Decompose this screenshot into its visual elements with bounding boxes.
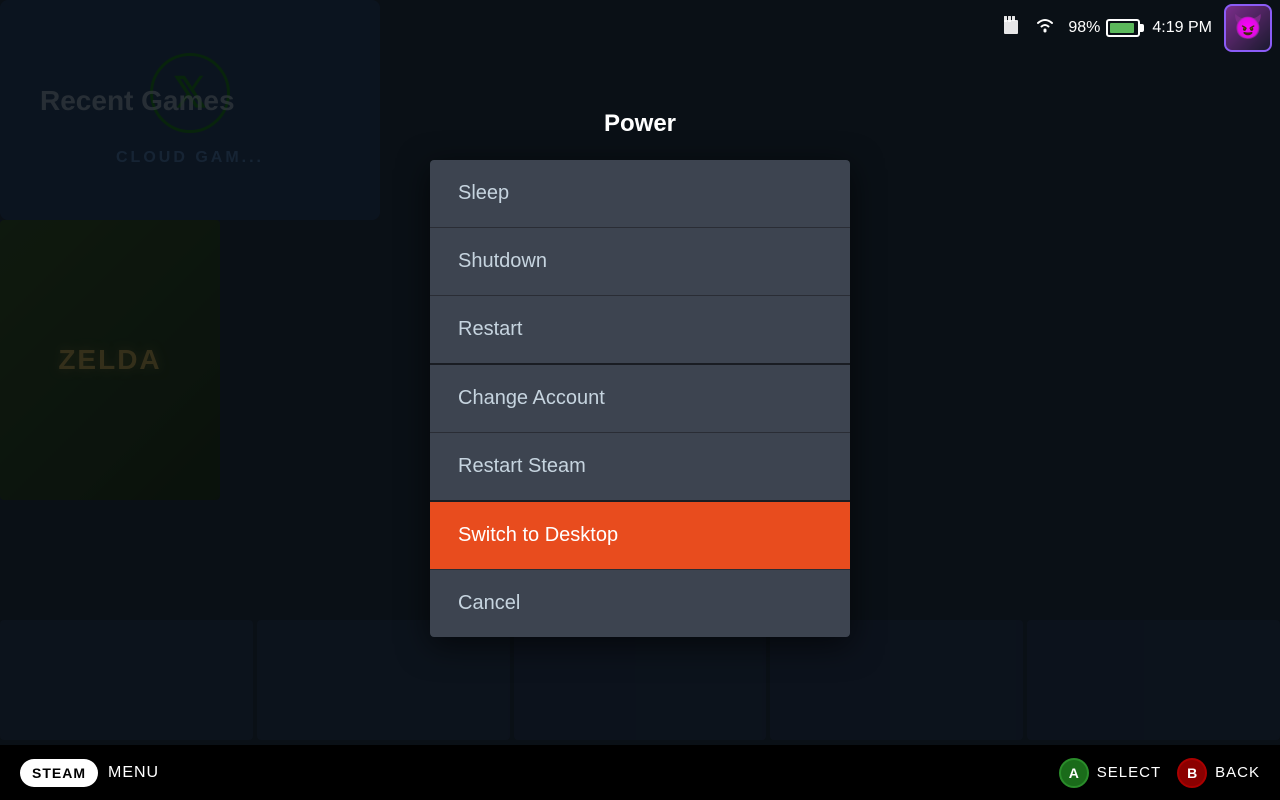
a-button-icon: A	[1059, 758, 1089, 788]
battery-icon	[1106, 19, 1140, 37]
menu-label: MENU	[108, 764, 159, 782]
menu-item-change-account[interactable]: Change Account	[430, 365, 850, 433]
menu-item-shutdown[interactable]: Shutdown	[430, 228, 850, 296]
bottom-bar: STEAM MENU A SELECT B BACK	[0, 745, 1280, 800]
power-dialog-title: Power	[604, 110, 676, 138]
avatar-emoji: 😈	[1233, 13, 1263, 42]
back-label: BACK	[1215, 764, 1260, 781]
menu-item-restart[interactable]: Restart	[430, 296, 850, 365]
status-bar: 98% 4:19 PM 😈	[1000, 0, 1280, 55]
battery-fill	[1110, 23, 1134, 33]
user-avatar[interactable]: 😈	[1224, 4, 1272, 52]
menu-item-restart-steam[interactable]: Restart Steam	[430, 433, 850, 502]
steam-menu-button[interactable]: STEAM MENU	[20, 759, 159, 787]
bottom-right-actions: A SELECT B BACK	[1059, 758, 1260, 788]
wifi-icon	[1034, 16, 1056, 39]
back-action[interactable]: B BACK	[1177, 758, 1260, 788]
select-action[interactable]: A SELECT	[1059, 758, 1161, 788]
a-label: A	[1069, 765, 1079, 781]
select-label: SELECT	[1097, 764, 1161, 781]
menu-item-cancel[interactable]: Cancel	[430, 570, 850, 637]
battery-percent: 98%	[1068, 19, 1100, 37]
menu-item-switch-desktop[interactable]: Switch to Desktop	[430, 502, 850, 570]
battery-container: 98%	[1068, 19, 1140, 37]
power-menu: SleepShutdownRestartChange AccountRestar…	[430, 160, 850, 637]
time-display: 4:19 PM	[1152, 19, 1212, 37]
steam-badge: STEAM	[20, 759, 98, 787]
b-button-icon: B	[1177, 758, 1207, 788]
b-label: B	[1187, 765, 1197, 781]
menu-item-sleep[interactable]: Sleep	[430, 160, 850, 228]
sd-card-icon	[1000, 14, 1022, 42]
